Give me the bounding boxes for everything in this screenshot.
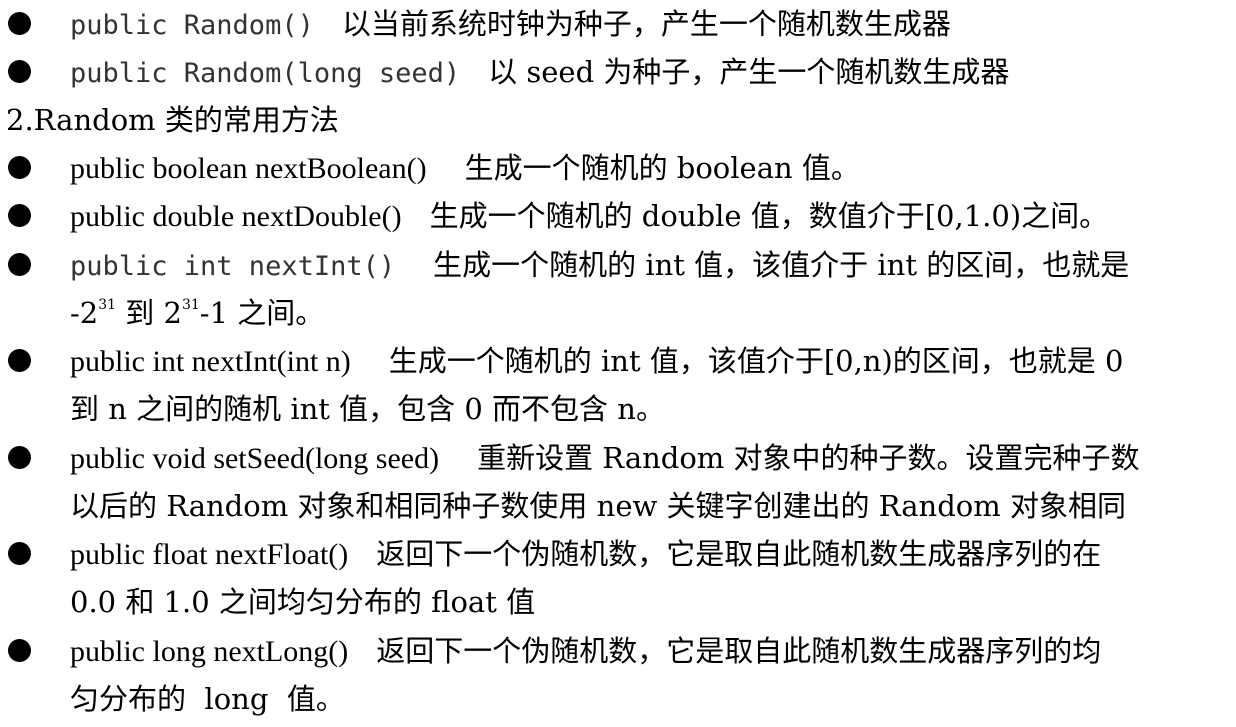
exponent: 31 <box>98 297 117 313</box>
method-signature: public void setSeed(long seed) <box>70 442 440 475</box>
method-description: 生成一个随机的 int 值，该值介于 int 的区间，也就是 <box>433 248 1130 282</box>
method-signature: public boolean nextBoolean() <box>70 152 427 185</box>
section-title: 2.Random 类的常用方法 <box>6 103 339 137</box>
list-item-text: public long nextLong() 返回下一个伪随机数，它是取自此随机数… <box>70 627 1101 676</box>
method-signature: public int nextInt() <box>70 251 396 282</box>
bullet-icon <box>8 253 31 276</box>
range-start: -2 <box>70 296 99 330</box>
method-description: 生成一个随机的 int 值，该值介于[0,n)的区间，也就是 0 <box>388 344 1124 378</box>
method-signature: public long nextLong() <box>70 635 349 668</box>
constructor-description: 以当前系统时钟为种子，产生一个随机数生成器 <box>341 7 951 41</box>
range-end: -1 之间。 <box>199 296 325 330</box>
document-page: public Random() 以当前系统时钟为种子，产生一个随机数生成器 pub… <box>0 0 1236 727</box>
bullet-icon <box>8 542 31 565</box>
method-description: 生成一个随机的 boolean 值。 <box>464 151 860 185</box>
list-item-text: public float nextFloat() 返回下一个伪随机数，它是取自此随… <box>70 530 1101 579</box>
constructor-signature: public Random() <box>70 10 314 41</box>
bullet-icon <box>8 349 31 372</box>
method-description-cont: 到 n 之间的随机 int 值，包含 0 而不包含 n。 <box>70 392 665 426</box>
range-text: -231 到 231-1 之间。 <box>70 289 324 337</box>
method-description: 重新设置 Random 对象中的种子数。设置完种子数 <box>477 441 1140 475</box>
method-description-cont: 以后的 Random 对象和相同种子数使用 new 关键字创建出的 Random… <box>70 489 1126 523</box>
constructor-signature: public Random(long seed) <box>70 58 461 89</box>
method-description: 返回下一个伪随机数，它是取自此随机数生成器序列的均 <box>376 634 1102 668</box>
method-description: 返回下一个伪随机数，它是取自此随机数生成器序列的在 <box>376 537 1102 571</box>
method-description-cont: 匀分布的 long 值。 <box>70 682 345 716</box>
list-item-text: public Random() 以当前系统时钟为种子，产生一个随机数生成器 <box>70 0 951 50</box>
bullet-icon <box>8 446 31 469</box>
method-signature: public int nextInt(int n) <box>70 345 351 378</box>
method-description: 生成一个随机的 double 值，数值介于[0,1.0)之间。 <box>429 199 1109 233</box>
constructor-description: 以 seed 为种子，产生一个随机数生成器 <box>488 55 1010 89</box>
method-signature: public double nextDouble() <box>70 200 402 233</box>
bullet-icon <box>8 60 31 83</box>
list-item-text: public Random(long seed) 以 seed 为种子，产生一个随… <box>70 48 1009 98</box>
bullet-icon <box>8 204 31 227</box>
list-item-text: public void setSeed(long seed) 重新设置 Rando… <box>70 434 1140 483</box>
bullet-icon <box>8 156 31 179</box>
method-description-cont: 0.0 和 1.0 之间均匀分布的 float 值 <box>70 585 536 619</box>
range-middle: 到 2 <box>116 296 182 330</box>
bullet-icon <box>8 639 31 662</box>
exponent: 31 <box>181 297 200 313</box>
list-item-text: public int nextInt(int n) 生成一个随机的 int 值，该… <box>70 337 1123 386</box>
list-item-text: public double nextDouble() 生成一个随机的 double… <box>70 192 1108 241</box>
bullet-icon <box>8 12 31 35</box>
list-item-text: public int nextInt() 生成一个随机的 int 值，该值介于 i… <box>70 241 1129 291</box>
list-item-text: public boolean nextBoolean() 生成一个随机的 bool… <box>70 144 860 193</box>
method-signature: public float nextFloat() <box>70 538 349 571</box>
